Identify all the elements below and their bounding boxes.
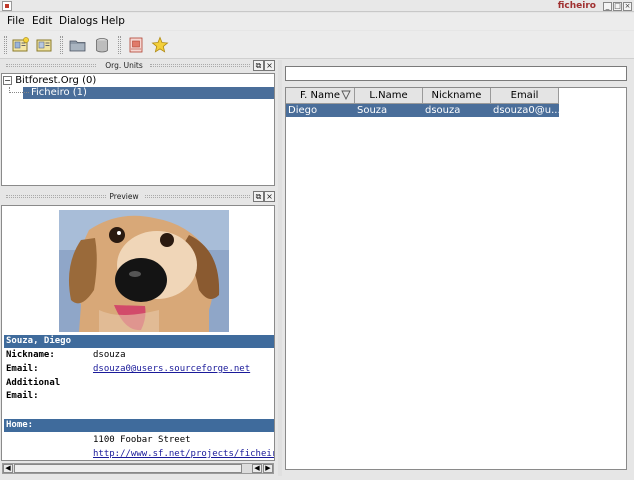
home-street: 1100 Foobar Street: [93, 435, 191, 445]
org-units-tree[interactable]: − Bitforest.Org (0) Ficheiro (1): [1, 73, 275, 186]
scroll-left-arrow[interactable]: ◀: [252, 464, 262, 473]
dock-undock-button[interactable]: ⧉: [253, 191, 264, 202]
toolbar-separator: [118, 36, 121, 54]
dock-grip[interactable]: [150, 64, 250, 67]
org-units-dock-header: Org. Units ⧉ ×: [0, 59, 276, 73]
column-header-first-name[interactable]: F. Name: [286, 88, 355, 104]
preview-horizontal-scrollbar[interactable]: ◀ ◀ ▶: [2, 463, 274, 474]
column-header-label: F. Name: [299, 90, 340, 101]
cell-last-name: Souza: [357, 105, 388, 116]
folder-icon[interactable]: [69, 36, 87, 54]
contacts-table[interactable]: F. Name L.Name Nickname Email Diego Souz…: [285, 87, 627, 470]
nickname-label: Nickname:: [6, 350, 55, 360]
additional-email-label: Additional: [6, 378, 61, 388]
dock-undock-button[interactable]: ⧉: [253, 60, 264, 71]
open-card-icon[interactable]: [36, 36, 54, 54]
nickname-value: dsouza: [93, 350, 126, 360]
tree-item-label: Ficheiro (1): [23, 87, 274, 99]
column-header-last-name[interactable]: L.Name: [355, 88, 423, 104]
dock-close-button[interactable]: ×: [264, 60, 275, 71]
tree-item-ficheiro[interactable]: Ficheiro (1): [3, 87, 274, 99]
email-link[interactable]: dsouza0@users.sourceforge.net: [93, 363, 250, 376]
window-titlebar: ficheiro _ □ ×: [0, 0, 634, 12]
cell-first-name: Diego: [288, 105, 318, 116]
database-icon[interactable]: [93, 36, 111, 54]
tree-item-label: Bitforest.Org (0): [15, 75, 97, 86]
toolbar: [0, 31, 634, 59]
close-window-button[interactable]: ×: [623, 2, 632, 11]
preview-dock-header: Preview ⧉ ×: [0, 190, 276, 204]
email-label: Email:: [6, 364, 39, 374]
address-book-icon[interactable]: [127, 36, 145, 54]
scroll-right-arrow[interactable]: ▶: [263, 464, 273, 473]
menu-edit[interactable]: Edit: [32, 15, 52, 28]
dock-close-button[interactable]: ×: [264, 191, 275, 202]
search-input[interactable]: [285, 66, 627, 81]
table-row[interactable]: Diego Souza dsouza dsouza0@u...: [286, 104, 559, 117]
home-section-header: Home:: [4, 419, 274, 432]
home-url-link[interactable]: http://www.sf.net/projects/ficheiro: [93, 448, 274, 460]
scrollbar-thumb[interactable]: [14, 464, 242, 473]
minimize-button[interactable]: _: [603, 2, 612, 11]
toolbar-separator: [60, 36, 63, 54]
tree-item-bitforest[interactable]: − Bitforest.Org (0): [3, 75, 96, 87]
app-icon[interactable]: [2, 1, 12, 11]
column-header-nickname[interactable]: Nickname: [423, 88, 491, 104]
column-header-email[interactable]: Email: [491, 88, 559, 104]
contact-name-header: Souza, Diego: [4, 335, 274, 348]
menu-dialogs[interactable]: Dialogs: [59, 15, 98, 28]
menu-bar: File Edit Dialogs Help: [0, 13, 634, 30]
cell-email: dsouza0@u...: [493, 105, 559, 116]
star-icon[interactable]: [151, 36, 169, 54]
window-title: ficheiro: [557, 1, 596, 11]
cell-nickname: dsouza: [425, 105, 461, 116]
maximize-button[interactable]: □: [613, 2, 622, 11]
menu-file[interactable]: File: [7, 15, 25, 28]
additional-email-label-line2: Email:: [6, 391, 39, 401]
preview-panel: Souza, Diego Nickname: dsouza Email: dso…: [1, 205, 275, 461]
scroll-left-arrow[interactable]: ◀: [3, 464, 13, 473]
toolbar-grip[interactable]: [4, 36, 7, 54]
tree-expand-icon[interactable]: −: [3, 75, 12, 85]
dock-splitter[interactable]: [278, 60, 282, 476]
menu-help[interactable]: Help: [101, 15, 125, 28]
tree-connector: [9, 87, 29, 93]
contact-photo: [59, 210, 229, 332]
new-card-icon[interactable]: [12, 36, 30, 54]
dock-grip[interactable]: [145, 195, 250, 198]
